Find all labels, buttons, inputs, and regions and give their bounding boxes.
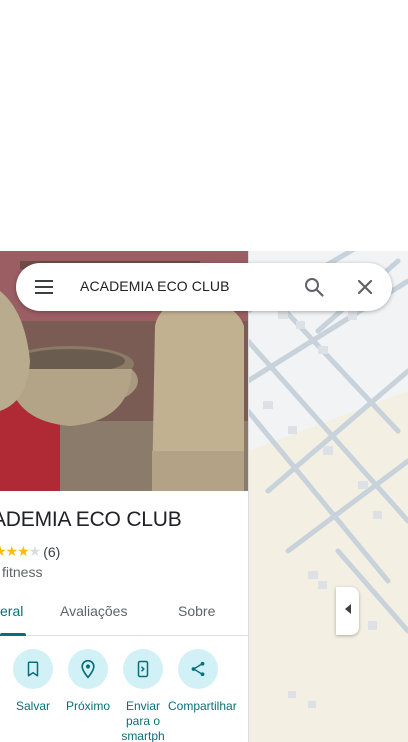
share-button[interactable]: Compartilhar xyxy=(168,649,237,714)
place-title: ADEMIA ECO CLUB xyxy=(0,508,182,531)
share-label: Compartilhar xyxy=(168,699,237,713)
send-to-phone-icon xyxy=(123,649,163,689)
tab-bar: eral Avaliações Sobre xyxy=(0,589,248,636)
share-icon xyxy=(178,649,218,689)
search-icon[interactable] xyxy=(302,275,326,299)
nearby-icon xyxy=(68,649,108,689)
send-to-phone-button[interactable]: Enviar para o smartph xyxy=(113,649,173,742)
rating-row[interactable]: ★★★★ (6) xyxy=(0,543,60,560)
save-button[interactable]: Salvar xyxy=(3,649,63,714)
menu-icon[interactable] xyxy=(32,277,56,297)
rating-count: (6) xyxy=(43,543,61,560)
active-tab-indicator xyxy=(0,633,26,636)
chevron-left-icon xyxy=(343,602,353,620)
search-input[interactable]: ACADEMIA ECO CLUB xyxy=(80,278,230,294)
star-rating: ★★★★ xyxy=(0,543,41,559)
close-icon[interactable] xyxy=(353,275,377,299)
search-bar: ACADEMIA ECO CLUB xyxy=(16,263,392,311)
collapse-panel-button[interactable] xyxy=(336,587,359,635)
map-streets xyxy=(248,251,408,742)
tab-reviews[interactable]: Avaliações xyxy=(60,603,127,619)
nearby-button[interactable]: Próximo xyxy=(58,649,118,714)
nearby-label: Próximo xyxy=(65,699,110,713)
save-label: Salvar xyxy=(15,699,50,713)
send-to-phone-label: Enviar para o smartph xyxy=(121,699,165,742)
map-view[interactable] xyxy=(248,251,408,742)
place-panel: ADEMIA ECO CLUB ★★★★ (6) fitness eral Av… xyxy=(0,251,249,742)
bookmark-icon xyxy=(13,649,53,689)
tab-about[interactable]: Sobre xyxy=(178,603,215,619)
tab-overview[interactable]: eral xyxy=(0,603,23,619)
place-category[interactable]: fitness xyxy=(2,564,42,580)
